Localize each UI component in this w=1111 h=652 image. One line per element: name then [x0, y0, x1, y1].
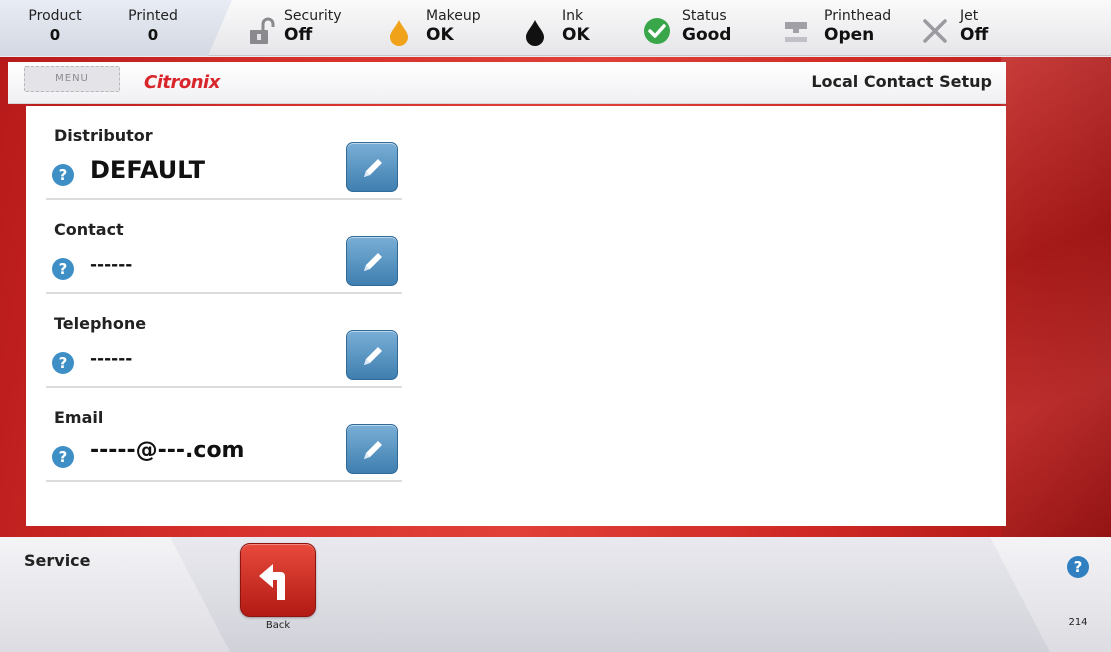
- padlock-open-icon: [250, 17, 275, 44]
- email-help-icon[interactable]: ?: [52, 446, 74, 468]
- security-status[interactable]: Security Off: [246, 8, 366, 52]
- help-icon[interactable]: ?: [1067, 556, 1089, 578]
- telephone-field: Telephone ? ------: [46, 294, 402, 388]
- makeup-status[interactable]: Makeup OK: [386, 8, 506, 52]
- edit-email-button[interactable]: [346, 424, 398, 474]
- page-title: Local Contact Setup: [811, 72, 992, 91]
- edit-contact-button[interactable]: [346, 236, 398, 286]
- contact-field: Contact ? ------: [46, 200, 402, 294]
- screen-number: 214: [1068, 617, 1088, 628]
- jet-off-x-icon: [923, 19, 947, 43]
- check-circle-icon: [644, 18, 670, 44]
- security-label: Security: [284, 8, 342, 24]
- menu-label: MENU: [55, 73, 89, 84]
- system-status[interactable]: Status Good: [642, 8, 752, 52]
- jet-label: Jet: [960, 8, 979, 24]
- email-label: Email: [54, 408, 104, 427]
- screen-header: MENU Citronix Local Contact Setup: [8, 62, 1006, 104]
- pencil-icon: [364, 253, 382, 271]
- menu-button[interactable]: MENU: [24, 66, 120, 92]
- telephone-value: ------: [90, 349, 133, 369]
- makeup-label: Makeup: [426, 8, 481, 24]
- printhead-icon: [785, 22, 807, 42]
- makeup-value: OK: [426, 25, 454, 45]
- pencil-icon: [364, 347, 382, 365]
- status-bar: Product 0 Printed 0 Security Off Makeup …: [0, 0, 1111, 56]
- security-value: Off: [284, 25, 313, 45]
- printhead-value: Open: [824, 25, 875, 45]
- status-value: Good: [682, 25, 732, 45]
- ink-value: OK: [562, 25, 590, 45]
- edit-distributor-button[interactable]: [346, 142, 398, 192]
- pencil-icon: [364, 441, 382, 459]
- ink-label: Ink: [562, 8, 584, 24]
- printed-counter: Printed 0: [118, 8, 188, 44]
- ink-drop-icon: [526, 20, 544, 46]
- distributor-help-icon[interactable]: ?: [52, 164, 74, 186]
- product-counter-value: 0: [49, 26, 61, 44]
- pencil-icon: [364, 159, 382, 177]
- jet-value: Off: [960, 25, 989, 45]
- footer-bar: Service Back ? 214: [0, 537, 1111, 652]
- email-field: Email ? -----@---.com: [46, 388, 402, 482]
- product-counter: Product 0: [20, 8, 90, 44]
- status-label: Status: [682, 8, 727, 24]
- telephone-help-icon[interactable]: ?: [52, 352, 74, 374]
- ink-status[interactable]: Ink OK: [522, 8, 622, 52]
- back-arrow-icon: [259, 564, 285, 600]
- telephone-label: Telephone: [54, 314, 147, 333]
- printed-counter-value: 0: [147, 26, 159, 44]
- citronix-logo: Citronix: [144, 72, 220, 93]
- distributor-field: Distributor ? DEFAULT: [46, 106, 402, 200]
- printed-counter-label: Printed: [128, 8, 178, 24]
- contact-value: ------: [90, 255, 133, 275]
- printhead-status[interactable]: Printhead Open: [782, 8, 912, 52]
- makeup-drop-icon: [390, 20, 408, 46]
- back-label: Back: [265, 620, 291, 631]
- distributor-label: Distributor: [54, 126, 153, 145]
- distributor-value: DEFAULT: [90, 156, 205, 184]
- back-button[interactable]: [240, 543, 316, 617]
- printhead-label: Printhead: [824, 8, 892, 24]
- jet-status[interactable]: Jet Off: [920, 8, 1000, 52]
- contact-help-icon[interactable]: ?: [52, 258, 74, 280]
- contact-panel: Distributor ? DEFAULT Contact ? ------ T…: [26, 106, 1006, 526]
- section-label: Service: [24, 551, 91, 570]
- contact-label: Contact: [54, 220, 124, 239]
- email-value: -----@---.com: [90, 438, 245, 463]
- edit-telephone-button[interactable]: [346, 330, 398, 380]
- product-counter-label: Product: [28, 8, 82, 24]
